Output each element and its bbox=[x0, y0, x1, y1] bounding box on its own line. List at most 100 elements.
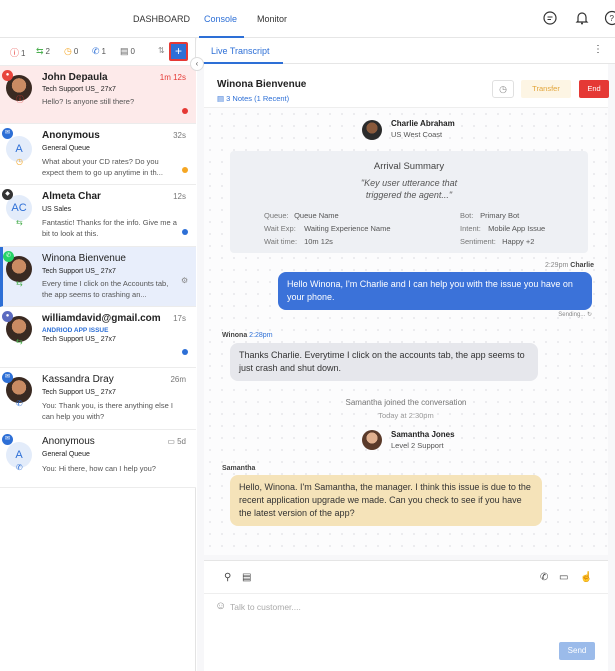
contact-name: Anonymous bbox=[42, 130, 100, 141]
message-meta: Samantha bbox=[222, 465, 256, 472]
arrival-sentiment: Sentiment: Happy +2 bbox=[460, 237, 535, 246]
collapse-sidebar-button[interactable]: ‹ bbox=[190, 57, 204, 71]
send-button[interactable]: Send bbox=[559, 642, 595, 660]
message-composer: ⚲ ▤ ✆ ▭ ☝ ☺ Talk to customer.... Send bbox=[204, 560, 608, 671]
message-meta: Winona 2:28pm bbox=[222, 332, 273, 339]
queue-name: General Queue bbox=[42, 451, 90, 458]
more-options-icon[interactable]: ⋮ bbox=[593, 44, 603, 55]
transcript-tabbar: Live Transcript ⋮ bbox=[197, 38, 615, 64]
history-button[interactable]: ◷ bbox=[492, 80, 514, 98]
clock-icon: ◷ bbox=[64, 46, 72, 56]
note-icon: ▤ bbox=[217, 94, 227, 103]
status-dot bbox=[182, 349, 188, 355]
clock-icon: ◷ bbox=[499, 84, 507, 94]
end-button[interactable]: End bbox=[579, 80, 609, 98]
agent-card: Charlie Abraham US West Coast bbox=[391, 119, 455, 139]
chat-icon[interactable] bbox=[542, 10, 558, 26]
arrival-summary: Arrival Summary "Key user utterance that… bbox=[230, 151, 588, 253]
wait-time: 12s bbox=[173, 192, 186, 201]
chrome-icon: ● bbox=[2, 70, 13, 81]
message-icon: ▭ bbox=[167, 437, 178, 446]
agent-name: Charlie Abraham bbox=[391, 119, 455, 128]
notes-link[interactable]: ▤ 3 Notes (1 Recent) bbox=[217, 94, 289, 103]
alert-icon: ⓘ bbox=[10, 48, 20, 58]
cobrowse-icon[interactable]: ☝ bbox=[580, 572, 592, 583]
agent-card: Samantha Jones Level 2 Support bbox=[391, 430, 455, 450]
agent-avatar bbox=[362, 120, 382, 140]
arrival-wait-time: Wait time: 10m 12s bbox=[264, 237, 333, 246]
chat-header: Winona Bienvenue ▤ 3 Notes (1 Recent) ◷ … bbox=[204, 64, 609, 108]
manager-message-bubble: Hello, Winona. I'm Samantha, the manager… bbox=[230, 475, 542, 526]
conversation-item[interactable]: AC ◆ ⇆ Almeta Char 12s US Sales Fantasti… bbox=[0, 185, 196, 247]
arrival-bot: Bot: Primary Bot bbox=[460, 211, 520, 220]
conversation-item-selected[interactable]: ✆ ⇆ Winona Bienvenue Tech Support US_ 27… bbox=[0, 247, 196, 307]
queue-name: Tech Support US_ 27x7 bbox=[42, 268, 116, 275]
bell-icon[interactable] bbox=[574, 10, 590, 26]
call-icon[interactable]: ✆ bbox=[540, 572, 548, 583]
conversation-item[interactable]: ✉ ✆ Kassandra Dray 26m Tech Support US_ … bbox=[0, 368, 196, 430]
contact-name: Anonymous bbox=[42, 436, 95, 447]
issue-tags: ANDRIOD APP ISSUE bbox=[42, 327, 109, 334]
wait-time: 17s bbox=[173, 314, 186, 323]
attachment-icon[interactable]: ⚲ bbox=[224, 572, 231, 583]
arrival-title: Arrival Summary bbox=[373, 161, 445, 172]
emoji-icon[interactable]: ☺ bbox=[215, 600, 226, 612]
template-icon[interactable]: ▤ bbox=[242, 572, 251, 583]
queue-name: General Queue bbox=[42, 145, 90, 152]
alert-icon: ⓘ bbox=[16, 95, 24, 104]
count-sync[interactable]: ⇆ 2 bbox=[36, 46, 50, 57]
ios-icon: ◆ bbox=[2, 189, 13, 200]
customer-name: Winona Bienvenue bbox=[217, 79, 307, 90]
agent-message-bubble: Hello Winona, I'm Charlie and I can help… bbox=[278, 272, 592, 310]
sync-icon: ⇆ bbox=[36, 46, 44, 56]
agent-location: US West Coast bbox=[391, 130, 443, 139]
customer-message-bubble: Thanks Charlie. Everytime I click on the… bbox=[230, 343, 538, 381]
count-clock[interactable]: ◷ 0 bbox=[64, 46, 78, 57]
arrival-quote: "Key user utterance that triggered the a… bbox=[360, 178, 458, 200]
wait-time: 1m 12s bbox=[159, 73, 186, 82]
conversation-item[interactable]: ● ⇆ williamdavid@gmail.com 17s ANDRIOD A… bbox=[0, 307, 196, 368]
gear-icon[interactable]: ⚙ bbox=[181, 276, 188, 285]
video-icon[interactable]: ▭ bbox=[559, 572, 568, 583]
sync-icon: ⇆ bbox=[16, 218, 23, 227]
nav-console[interactable]: Console bbox=[204, 14, 237, 24]
agent-level: Level 2 Support bbox=[391, 441, 444, 450]
message-meta: 2:29pm Charlie bbox=[544, 262, 594, 269]
transcript-panel: Live Transcript ⋮ Winona Bienvenue ▤ 3 N… bbox=[197, 38, 615, 671]
system-joined-message: Samantha joined the conversation bbox=[345, 398, 467, 407]
wait-time: 32s bbox=[173, 131, 186, 140]
messenger-icon: ✉ bbox=[2, 128, 13, 139]
queue-name: Tech Support US_ 27x7 bbox=[42, 336, 116, 343]
sort-icon[interactable]: ⇅ bbox=[158, 46, 165, 55]
queue-name: Tech Support US_ 27x7 bbox=[42, 389, 116, 396]
add-conversation-button[interactable]: + bbox=[169, 42, 188, 61]
last-message: What about your CD rates? Do you expect … bbox=[42, 157, 163, 177]
count-alert[interactable]: ⓘ 1 bbox=[10, 46, 25, 59]
count-document[interactable]: ▤ 0 bbox=[120, 46, 135, 57]
conversation-item[interactable]: A ✉ ✆ Anonymous ▭ 5d General Queue You: … bbox=[0, 430, 196, 488]
transfer-button[interactable]: Transfer bbox=[521, 80, 571, 98]
contact-name: Winona Bienvenue bbox=[42, 253, 126, 264]
contact-name: Kassandra Dray bbox=[42, 374, 114, 385]
message-input[interactable]: Talk to customer.... bbox=[230, 602, 301, 612]
queue-counts-bar: ⓘ 1 ⇆ 2 ◷ 0 ✆ 1 ▤ 0 ⇅ + bbox=[0, 38, 196, 66]
phone-icon: ✆ bbox=[16, 463, 23, 472]
count-phone[interactable]: ✆ 1 bbox=[92, 46, 106, 57]
messenger-icon: ✉ bbox=[2, 434, 13, 445]
tab-live-transcript[interactable]: Live Transcript bbox=[211, 46, 270, 56]
whatsapp-icon: ✆ bbox=[3, 251, 14, 262]
queue-name: US Sales bbox=[42, 206, 72, 213]
agent-name: Samantha Jones bbox=[391, 430, 455, 439]
contact-name: Almeta Char bbox=[42, 191, 101, 202]
message-status: Sending... ↻ bbox=[558, 312, 592, 318]
top-navigation: DASHBOARD Console Monitor ? bbox=[0, 0, 615, 38]
nav-monitor[interactable]: Monitor bbox=[257, 14, 287, 24]
conversation-item[interactable]: ● ⓘ John Depaula 1m 12s Tech Support US_… bbox=[0, 66, 196, 124]
status-dot bbox=[182, 167, 188, 173]
wait-time: 26m bbox=[170, 375, 186, 384]
nav-dashboard[interactable]: DASHBOARD bbox=[133, 14, 190, 24]
arrival-queue: Queue: Queue Name bbox=[264, 211, 339, 220]
wait-time: ▭ 5d bbox=[167, 437, 186, 446]
help-icon[interactable]: ? bbox=[604, 10, 615, 26]
conversation-item[interactable]: A ✉ ◷ Anonymous 32s General Queue What a… bbox=[0, 124, 196, 185]
